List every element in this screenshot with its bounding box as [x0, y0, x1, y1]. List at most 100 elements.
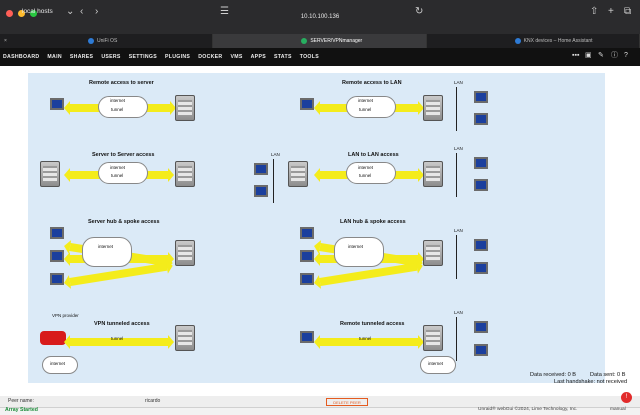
server-icon	[423, 95, 443, 121]
sidebar-title[interactable]: local hosts	[22, 8, 53, 15]
nav-main[interactable]: MAIN	[47, 54, 61, 60]
cloud-icon	[82, 237, 132, 267]
server-icon	[423, 161, 443, 187]
internet-label: internet	[358, 165, 374, 170]
close-icon[interactable]: ×	[4, 34, 7, 48]
chevron-down-icon[interactable]: ⌄	[66, 6, 74, 17]
nav-vms[interactable]: VMS	[230, 54, 242, 60]
nav-apps[interactable]: APPS	[251, 54, 266, 60]
lan-label: LAN	[271, 152, 280, 157]
dots-icon[interactable]: ▪▪▪	[572, 52, 580, 60]
internet-label: internet	[110, 98, 126, 103]
pc-icon	[50, 250, 64, 262]
pc-icon	[300, 250, 314, 262]
lan-line	[456, 87, 457, 131]
pc-icon	[300, 331, 314, 343]
lan-line	[456, 153, 457, 197]
pc-icon	[50, 273, 64, 285]
lan-line	[273, 159, 274, 203]
reload-icon[interactable]: ↻	[415, 6, 423, 17]
nav-dashboard[interactable]: DASHBOARD	[3, 54, 39, 60]
help-icon[interactable]: ?	[624, 52, 632, 60]
alert-icon[interactable]: !	[621, 392, 632, 403]
cloud-icon	[334, 237, 384, 267]
pc-icon	[474, 262, 488, 274]
diagram-title-6: LAN hub & spoke access	[340, 219, 406, 225]
server-icon	[40, 161, 60, 187]
pc-icon	[300, 227, 314, 239]
diagram-title-3: Server to Server access	[92, 152, 155, 158]
nav-tools[interactable]: TOOLS	[300, 54, 319, 60]
data-sent: Data sent: 0 B	[590, 372, 626, 378]
vpn-router-icon	[40, 331, 66, 345]
manual-link[interactable]: manual	[610, 407, 626, 412]
diagram-title-7: VPN tunneled access	[94, 321, 150, 327]
info-icon[interactable]: ⓘ	[611, 52, 619, 60]
nav-shares[interactable]: SHARES	[70, 54, 93, 60]
aa-icon[interactable]: ☰	[220, 6, 229, 17]
lan-label: LAN	[454, 310, 463, 315]
server-icon	[423, 240, 443, 266]
lan-label: LAN	[454, 146, 463, 151]
server-icon	[175, 161, 195, 187]
nav-plugins[interactable]: PLUGINS	[165, 54, 190, 60]
tunnel-label: tunnel	[111, 107, 124, 112]
lan-label: LAN	[454, 228, 463, 233]
pc-icon	[474, 157, 488, 169]
pc-icon	[300, 273, 314, 285]
tunnel-label: tunnel	[359, 107, 372, 112]
pc-icon	[300, 98, 314, 110]
feedback-icon[interactable]: ✎	[598, 52, 606, 60]
internet-label: internet	[110, 165, 126, 170]
forward-icon[interactable]: ›	[95, 6, 98, 17]
pc-icon	[474, 91, 488, 103]
home-assistant-icon	[514, 37, 521, 44]
diagram-title-1: Remote access to server	[89, 80, 154, 86]
vpn-provider-label: VPN provider	[52, 313, 79, 318]
share-icon[interactable]: ⇧	[590, 6, 598, 17]
terminal-icon[interactable]: ▣	[585, 52, 593, 60]
pc-icon	[254, 163, 268, 175]
pc-icon	[474, 344, 488, 356]
tunnel-label: tunnel	[359, 336, 372, 341]
tunnel-label: tunnel	[359, 173, 372, 178]
server-icon	[423, 325, 443, 351]
pc-icon	[474, 113, 488, 125]
tabs-icon[interactable]: ⧉	[624, 6, 631, 17]
url-bar[interactable]: 10.10.100.136	[230, 6, 410, 28]
lan-line	[456, 317, 457, 361]
vpn-diagram: Remote access to server internet tunnel …	[28, 73, 605, 383]
diagram-title-2: Remote access to LAN	[342, 80, 402, 86]
peer-name-value[interactable]: ricardo	[145, 398, 160, 404]
data-received: Data received: 0 B	[530, 372, 577, 378]
tab-unifi[interactable]: × UniFi OS	[0, 34, 214, 48]
tab-knx[interactable]: KNX devices – Home Assistant	[427, 34, 640, 48]
delete-peer-button[interactable]: DELETE PEER	[326, 398, 368, 406]
array-status: Array Started	[5, 407, 38, 413]
diagram-title-8: Remote tunneled access	[340, 321, 405, 327]
last-handshake: Last handshake: not received	[554, 379, 628, 385]
internet-label: internet	[98, 244, 114, 249]
pc-icon	[50, 227, 64, 239]
browser-toolbar: local hosts ⌄ ‹ › ☰ 10.10.100.136 ↻ ⇧ + …	[0, 0, 640, 34]
pc-icon	[474, 321, 488, 333]
tab-vpnmanager[interactable]: SERVER/VPNmanager	[213, 34, 427, 48]
lan-label: LAN	[454, 80, 463, 85]
diagram-title-4: LAN to LAN access	[348, 152, 399, 158]
pc-icon	[474, 179, 488, 191]
server-icon	[288, 161, 308, 187]
nav-stats[interactable]: STATS	[274, 54, 292, 60]
nav-docker[interactable]: DOCKER	[198, 54, 222, 60]
back-icon[interactable]: ‹	[80, 6, 83, 17]
server-icon	[175, 95, 195, 121]
nav-settings[interactable]: SETTINGS	[129, 54, 157, 60]
unifi-icon	[88, 37, 94, 44]
unraid-nav: DASHBOARD MAIN SHARES USERS SETTINGS PLU…	[0, 48, 640, 66]
nav-users[interactable]: USERS	[101, 54, 120, 60]
internet-label: internet	[50, 361, 66, 366]
new-tab-icon[interactable]: +	[608, 6, 614, 17]
tab-bar: × UniFi OS SERVER/VPNmanager KNX devices …	[0, 34, 640, 48]
page-content: Remote access to server internet tunnel …	[0, 66, 640, 415]
tunnel-label: tunnel	[111, 173, 124, 178]
server-icon	[175, 240, 195, 266]
